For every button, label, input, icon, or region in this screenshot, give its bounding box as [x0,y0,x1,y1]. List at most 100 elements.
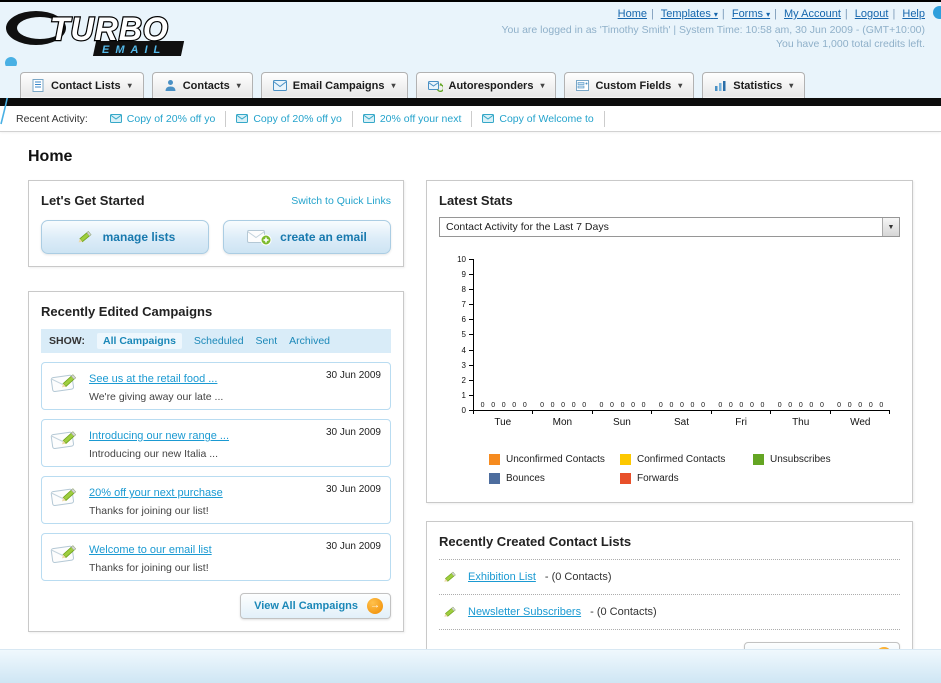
custom-fields-icon [576,80,590,91]
chevron-down-icon: ▾ [766,10,771,19]
campaign-row[interactable]: See us at the retail food ... We're givi… [41,362,391,410]
chart-x-tick-label: Wed [850,417,871,428]
legend-item: Forwards [620,473,753,484]
recent-activity-bar: Recent Activity: Copy of 20% off yo Copy… [0,106,941,132]
envelope-icon [482,114,495,123]
nav-tab-contact-lists[interactable]: Contact Lists ▾ [20,72,144,98]
chevron-down-icon: ▾ [236,81,241,90]
tab-sent[interactable]: Sent [256,335,278,347]
legend-item: Unconfirmed Contacts [489,454,620,465]
tab-scheduled[interactable]: Scheduled [194,335,244,347]
legend-label: Forwards [637,473,679,484]
stats-period-select[interactable]: Contact Activity for the Last 7 Days ▼ [439,217,900,237]
campaign-date: 30 Jun 2009 [325,484,381,495]
separator: | [721,8,725,20]
chart-legend: Unconfirmed Contacts Confirmed Contacts Un… [489,454,890,484]
chevron-down-icon: ▾ [789,81,794,90]
contact-list-link[interactable]: Newsletter Subscribers [468,606,581,618]
legend-swatch [620,454,631,465]
top-link-templates[interactable]: Templates ▾ [661,8,718,20]
tab-archived[interactable]: Archived [289,335,330,347]
campaign-row[interactable]: 20% off your next purchase Thanks for jo… [41,476,391,524]
campaign-subtitle: Thanks for joining our list! [89,505,209,517]
nav-tab-label: Contact Lists [51,79,121,92]
campaign-title-link[interactable]: See us at the retail food ... [89,373,217,385]
decorative-dot [933,6,941,19]
top-link-forms[interactable]: Forms ▾ [732,8,770,20]
campaign-row[interactable]: Introducing our new range ... Introducin… [41,419,391,467]
get-started-title: Let's Get Started [41,193,145,208]
campaign-subtitle: We're giving away our late ... [89,391,224,403]
latest-stats-panel: Latest Stats Contact Activity for the La… [426,180,913,503]
top-link-home[interactable]: Home [618,8,647,20]
campaign-date: 30 Jun 2009 [325,541,381,552]
legend-label: Confirmed Contacts [637,454,726,465]
nav-tab-custom-fields[interactable]: Custom Fields ▾ [564,72,695,98]
contacts-icon [165,80,176,91]
campaign-row[interactable]: Welcome to our email list Thanks for joi… [41,533,391,581]
chart-plot-area: 00000000000000000000000000000000000 [473,259,890,411]
nav-tab-statistics[interactable]: Statistics ▾ [702,72,806,98]
chevron-down-icon: ▾ [391,81,396,90]
top-link-templates-label: Templates [660,8,711,20]
main-nav: Contact Lists ▾ Contacts ▾ Email Campaig… [0,66,941,98]
top-link-logout[interactable]: Logout [855,8,889,20]
turbo-email-logo-graphic: TURBO EMAIL [6,10,185,56]
main-content: Home Let's Get Started Switch to Quick L… [0,132,941,681]
recent-activity-item[interactable]: 20% off your next [353,110,473,127]
chart-x-tick-label: Thu [792,417,810,428]
view-all-campaigns-button[interactable]: View All Campaigns → [240,593,391,619]
recent-activity-item[interactable]: Copy of 20% off yo [100,110,227,127]
recently-edited-campaigns-panel: Recently Edited Campaigns SHOW: All Camp… [28,291,404,632]
left-column: Let's Get Started Switch to Quick Links … [28,180,404,632]
contact-list-item[interactable]: Exhibition List - (0 Contacts) [439,559,900,595]
top-link-help[interactable]: Help [902,8,925,20]
get-started-panel: Let's Get Started Switch to Quick Links … [28,180,404,267]
top-right-area: Home | Templates ▾ | Forms ▾ | My Account | … [501,8,925,50]
contact-list-item[interactable]: Newsletter Subscribers - (0 Contacts) [439,595,900,630]
campaigns-panel-title: Recently Edited Campaigns [41,304,213,319]
campaign-date: 30 Jun 2009 [325,427,381,438]
pencil-icon [444,606,456,617]
campaign-title-link[interactable]: 20% off your next purchase [89,487,223,499]
separator: | [650,8,654,20]
view-all-campaigns-label: View All Campaigns [254,600,358,612]
recent-activity-item[interactable]: Copy of Welcome to [472,110,605,127]
chevron-down-icon: ▾ [713,10,718,19]
top-link-my-account[interactable]: My Account [784,8,841,20]
recent-activity-item-label: Copy of 20% off yo [126,112,216,125]
right-column: Latest Stats Contact Activity for the La… [426,180,913,681]
chart-x-tick-label: Sun [613,417,631,428]
switch-quick-links-link[interactable]: Switch to Quick Links [291,195,391,207]
recent-activity-item[interactable]: Copy of 20% off yo [226,110,353,127]
nav-tab-email-campaigns[interactable]: Email Campaigns ▾ [260,72,408,98]
envelope-icon [362,114,375,123]
autoresponders-icon [427,80,443,92]
legend-swatch [753,454,764,465]
campaign-subtitle: Introducing our new Italia ... [89,448,218,460]
legend-label: Unconfirmed Contacts [506,454,605,465]
manage-lists-button[interactable]: manage lists [41,220,209,254]
chart-y-axis: 10 9 8 7 6 5 4 3 2 1 0 [451,255,473,415]
contact-list-count: - (0 Contacts) [590,606,657,618]
stats-period-selected-value: Contact Activity for the Last 7 Days [446,221,609,233]
create-email-button[interactable]: create an email [223,220,391,254]
campaign-title-link[interactable]: Welcome to our email list [89,544,212,556]
campaign-title-link[interactable]: Introducing our new range ... [89,430,229,442]
legend-swatch [620,473,631,484]
show-label: SHOW: [49,335,85,347]
nav-tab-autoresponders[interactable]: Autoresponders ▾ [415,72,557,98]
email-campaigns-icon [272,80,287,91]
nav-tab-contacts[interactable]: Contacts ▾ [151,72,253,98]
chart-x-tick-label: Mon [552,417,573,428]
envelope-pencil-icon [50,545,77,563]
nav-divider-bar [0,98,941,106]
recent-activity-item-label: 20% off your next [379,112,462,125]
nav-tab-label: Custom Fields [595,79,672,92]
tab-all-campaigns[interactable]: All Campaigns [96,333,182,349]
contact-list-link[interactable]: Exhibition List [468,571,536,583]
legend-item: Confirmed Contacts [620,454,753,465]
separator: | [774,8,777,20]
chart-x-tick-label: Fri [735,417,747,428]
legend-item: Unsubscribes [753,454,890,465]
